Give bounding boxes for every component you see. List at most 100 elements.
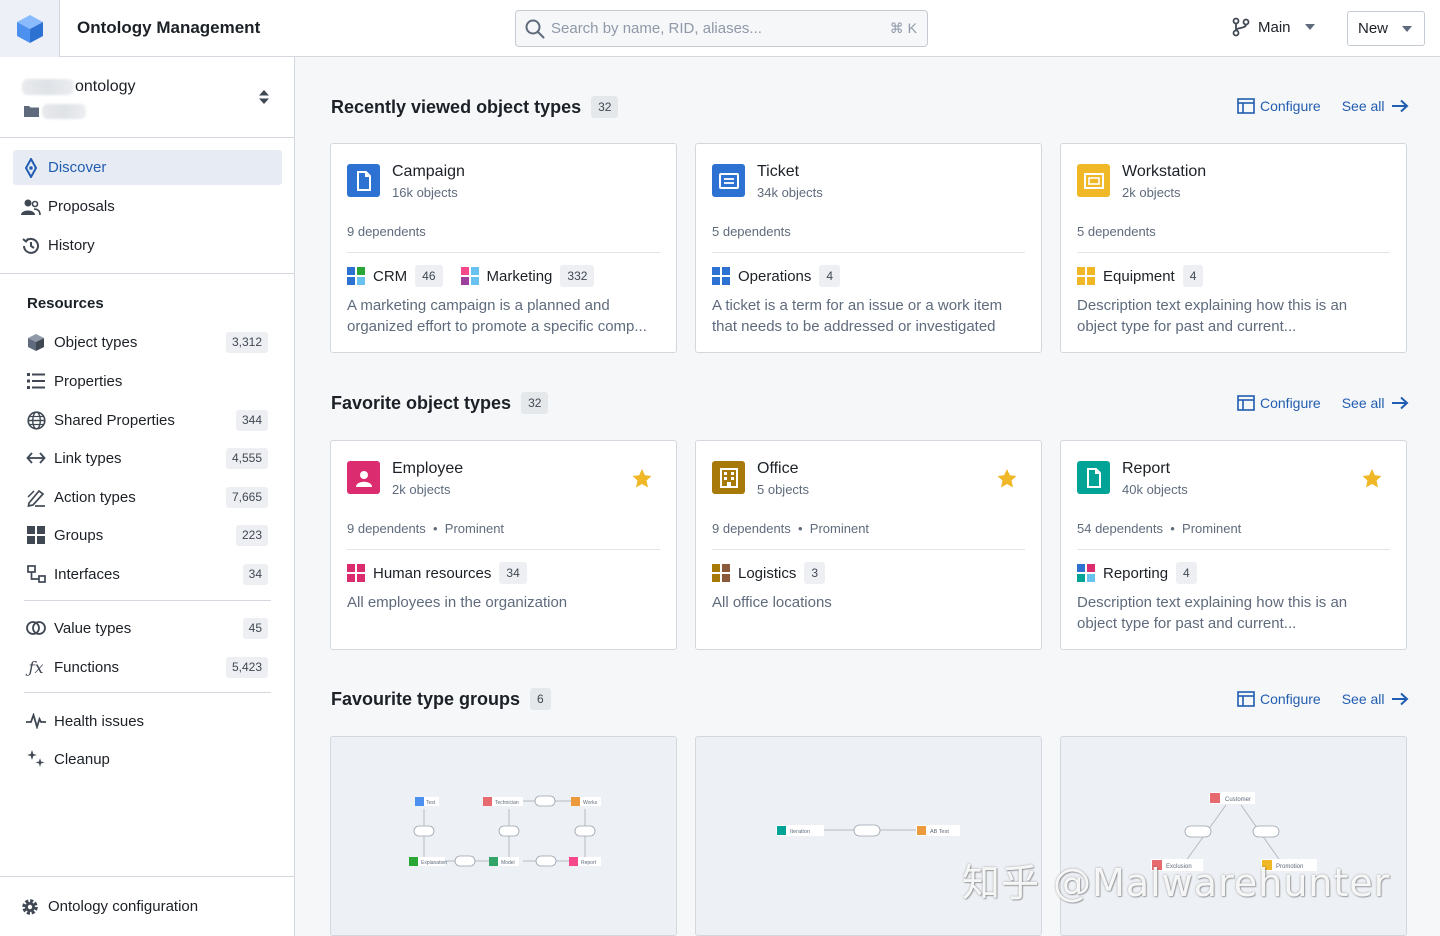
object-type-card-report[interactable]: Report 40k objects 54 dependents • Promi… [1060,440,1407,650]
configure-button[interactable]: Configure [1237,395,1321,411]
configure-icon [1237,98,1255,114]
nav-item-discover[interactable]: Discover [13,150,282,185]
group-tag-marketing[interactable]: Marketing 332 [460,265,595,287]
star-icon[interactable] [997,469,1017,488]
object-type-card-workstation[interactable]: Workstation 2k objects 5 dependents Equi… [1060,143,1407,353]
value-icon [26,618,46,638]
see-all-button[interactable]: See all [1342,98,1409,114]
discover-icon [21,157,41,178]
new-button-label: New [1358,20,1389,37]
app-title: Ontology Management [77,18,261,37]
count-badge: 4,555 [225,448,268,469]
object-type-description: Description text explaining how this is … [1077,592,1395,634]
sidebar-item-shared-properties[interactable]: Shared Properties 344 [24,405,272,435]
configure-label: Configure [1260,691,1321,707]
group-label: Reporting [1103,564,1169,582]
sidebar-item-health-issues[interactable]: Health issues [24,706,272,736]
count-badge: 4 [1182,265,1204,287]
arrow-right-icon [1391,396,1408,410]
cube-logo-icon [16,14,43,43]
search-box[interactable]: ⌘ K [515,10,928,47]
description-line: All office locations [712,594,832,611]
group-tag-crm[interactable]: CRM 46 [347,265,443,287]
node-label: Works [583,800,598,806]
branch-selector[interactable]: Main [1232,17,1315,37]
redacted-text [42,104,86,119]
sidebar-item-label: Action types [54,488,136,506]
node-label: AB Test [930,829,949,835]
see-all-label: See all [1341,98,1385,114]
see-all-button[interactable]: See all [1342,395,1409,411]
sidebar-item-action-types[interactable]: Action types 7,665 [24,482,272,512]
object-type-name: Report [1122,460,1171,477]
sidebar-item-interfaces[interactable]: Interfaces 34 [24,559,272,589]
group-label: Logistics [738,564,797,582]
sidebar-item-label: Link types [54,449,122,467]
edit-icon [26,487,46,507]
section-title-text: Recently viewed object types [331,96,582,117]
app-logo[interactable] [0,0,60,57]
folder-icon [24,106,39,117]
configure-label: Configure [1260,395,1321,411]
expand-collapse-icon[interactable] [258,89,270,105]
sidebar-item-functions[interactable]: ƒx Functions 5,423 [24,652,272,682]
group-label: Human resources [373,564,492,582]
object-count: 5 objects [757,482,810,497]
nav-item-proposals[interactable]: Proposals [13,189,282,224]
group-tag-reporting[interactable]: Reporting 4 [1077,562,1197,584]
group-icon [1077,564,1095,582]
chevron-down-icon [1402,26,1412,32]
section-actions: Configure See all [1237,395,1409,411]
sidebar-item-value-types[interactable]: Value types 45 [24,613,272,643]
search-icon [525,19,545,38]
list-icon [26,371,46,391]
prominent-label: Prominent [809,521,870,536]
redacted-text [22,79,74,95]
ontology-configuration-button[interactable]: Ontology configuration [0,876,294,936]
sidebar-item-properties[interactable]: Properties [24,366,272,396]
sidebar-item-link-types[interactable]: Link types 4,555 [24,443,272,473]
search-input[interactable] [551,20,871,37]
history-icon [21,236,41,256]
ontology-selector[interactable]: ontology [0,57,294,138]
group-tag-equipment[interactable]: Equipment 4 [1077,265,1204,287]
description-line: object type for past and current... [1077,615,1297,632]
ontology-name: ontology [75,78,136,95]
see-all-label: See all [1341,691,1385,707]
group-list: Operations 4 [712,265,858,287]
star-icon[interactable] [1362,469,1382,488]
object-count: 34k objects [757,185,823,200]
group-tag-human-resources[interactable]: Human resources 34 [347,562,527,584]
arrow-right-icon [1391,99,1408,113]
group-list: Human resources 34 [347,562,545,584]
see-all-button[interactable]: See all [1342,691,1409,707]
new-button[interactable]: New [1347,11,1425,46]
object-type-card-office[interactable]: Office 5 objects 9 dependents • Prominen… [695,440,1042,650]
divider [1077,549,1390,550]
configure-button[interactable]: Configure [1237,98,1321,114]
ticket-icon [712,164,745,197]
nav-item-history[interactable]: History [13,228,282,263]
object-count: 16k objects [392,185,458,200]
count-badge: 5,423 [225,657,268,678]
object-type-card-employee[interactable]: Employee 2k objects 9 dependents • Promi… [330,440,677,650]
group-tag-operations[interactable]: Operations 4 [712,265,841,287]
branch-label: Main [1258,18,1291,36]
divider [24,600,271,601]
divider [347,549,660,550]
object-type-name: Employee [392,460,464,477]
sidebar: ontology Discover Proposals History Reso… [0,57,295,936]
group-label: Operations [738,267,812,285]
sidebar-item-groups[interactable]: Groups 223 [24,520,272,550]
sidebar-item-label: Interfaces [54,565,120,583]
sidebar-item-cleanup[interactable]: Cleanup [24,744,272,774]
star-icon[interactable] [632,469,652,488]
object-type-card-ticket[interactable]: Ticket 34k objects 5 dependents Operatio… [695,143,1042,353]
group-label: CRM [373,267,408,285]
dependents-count: 9 dependents • Prominent [712,521,870,536]
group-tag-logistics[interactable]: Logistics 3 [712,562,826,584]
type-group-card-1[interactable]: Test Technician Works Explanation Model … [330,736,677,936]
configure-button[interactable]: Configure [1237,691,1321,707]
object-type-card-campaign[interactable]: Campaign 16k objects 9 dependents CRM 46… [330,143,677,353]
sidebar-item-object-types[interactable]: Object types 3,312 [24,327,272,357]
